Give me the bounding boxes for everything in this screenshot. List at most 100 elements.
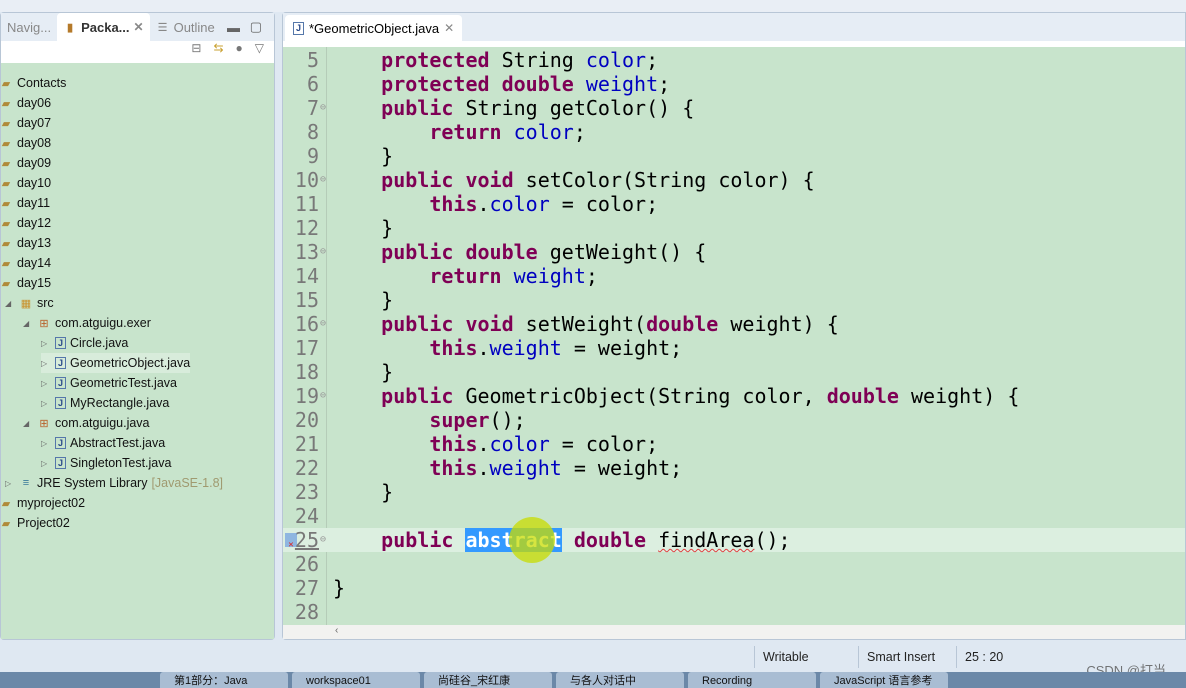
code-line: 7 ⊖ public String getColor() { bbox=[283, 96, 1185, 120]
minimize-icon[interactable]: ▬ bbox=[227, 20, 240, 35]
left-panel-tabs: Navig... ▮ Packa... ✕ ☰ Outline ▬ ▢ bbox=[1, 13, 274, 41]
code-line: 12 } bbox=[283, 216, 1185, 240]
selected-keyword: abstract bbox=[465, 528, 562, 552]
tree-item[interactable]: ▰ day06 bbox=[0, 93, 51, 113]
tab-outline[interactable]: ☰ Outline bbox=[150, 13, 221, 41]
tree-item[interactable]: ▷ J SingletonTest.java bbox=[41, 453, 171, 473]
tree-item[interactable]: ▰ day11 bbox=[0, 193, 50, 213]
tree-item[interactable]: ▰ day12 bbox=[0, 213, 51, 233]
code-token: } bbox=[333, 576, 346, 600]
tree-item[interactable]: ◢ ⊞ com.atguigu.exer bbox=[23, 313, 151, 333]
tab-geometricobject-java[interactable]: J *GeometricObject.java ✕ bbox=[285, 15, 463, 41]
code-token: = color; bbox=[549, 192, 659, 216]
code-text: } bbox=[333, 480, 393, 504]
collapsed-arrow-icon[interactable]: ▷ bbox=[41, 439, 51, 448]
code-text: public double getWeight() { bbox=[333, 240, 706, 264]
collapsed-arrow-icon[interactable]: ▷ bbox=[41, 359, 51, 368]
line-number: 23 bbox=[294, 480, 319, 504]
line-number: 12 bbox=[294, 216, 319, 240]
collapsed-arrow-icon[interactable]: ▷ bbox=[41, 339, 51, 348]
expanded-arrow-icon[interactable]: ◢ bbox=[5, 299, 15, 308]
tree-item[interactable]: ▷ J MyRectangle.java bbox=[41, 393, 169, 413]
line-number: 9 bbox=[306, 144, 319, 168]
taskbar-button[interactable]: JavaScript 语言参考 bbox=[820, 672, 948, 688]
status-bar: Writable Smart Insert 25 : 20 bbox=[0, 640, 1186, 672]
tree-item[interactable]: ▰ Project02 bbox=[0, 513, 70, 533]
taskbar-button[interactable]: 尚硅谷_宋红康 bbox=[424, 672, 552, 688]
code-text: return weight; bbox=[333, 264, 598, 288]
line-number: 5 bbox=[306, 48, 319, 72]
fold-toggle-icon[interactable]: ⊖ bbox=[320, 240, 326, 264]
collapsed-arrow-icon[interactable]: ▷ bbox=[5, 479, 15, 488]
code-token: ; bbox=[585, 264, 598, 288]
tree-item-label: day10 bbox=[17, 176, 52, 190]
filter-icon[interactable]: ● bbox=[236, 41, 243, 61]
tree-item[interactable]: ▷ J Circle.java bbox=[41, 333, 128, 353]
tree-item[interactable]: ▰ day15 bbox=[0, 273, 51, 293]
view-menu-icon[interactable]: ▽ bbox=[255, 41, 264, 61]
line-number: 26 bbox=[294, 552, 319, 576]
horizontal-scrollbar[interactable]: ‹ bbox=[283, 625, 1185, 639]
tab-navigator[interactable]: Navig... bbox=[1, 13, 57, 41]
collapse-all-icon[interactable]: ⊟ bbox=[191, 41, 201, 61]
tree-item[interactable]: ▰ day07 bbox=[0, 113, 51, 133]
tree-item[interactable]: ▰ Contacts bbox=[0, 73, 67, 93]
fold-toggle-icon[interactable]: ⊖ bbox=[320, 384, 326, 408]
tree-item[interactable]: ▷ J AbstractTest.java bbox=[41, 433, 165, 453]
tree-item-label: day07 bbox=[17, 116, 52, 130]
project-tree: ▰ Contacts ▰ day06 ▰ day07 ▰ day08 ▰ day09 ▰ day10 ▰… bbox=[1, 63, 274, 639]
code-token: . bbox=[477, 432, 490, 456]
outline-icon: ☰ bbox=[157, 21, 168, 34]
code-token: getWeight() { bbox=[537, 240, 707, 264]
maximize-icon[interactable]: ▢ bbox=[250, 19, 262, 35]
fold-toggle-icon[interactable]: ⊖ bbox=[320, 96, 326, 120]
code-line: 10 ⊖ public void setColor(String color) { bbox=[283, 168, 1185, 192]
tree-item-label: GeometricObject.java bbox=[70, 356, 191, 370]
fold-toggle-icon[interactable]: ⊖ bbox=[320, 168, 326, 192]
taskbar-button[interactable]: workspace01 bbox=[292, 672, 420, 688]
taskbar-button[interactable]: Recording bbox=[688, 672, 816, 688]
tree-item[interactable]: ▷ J GeometricObject.java bbox=[41, 353, 191, 373]
tree-item[interactable]: ◢ ▦ src bbox=[5, 293, 54, 313]
tree-item[interactable]: ▰ day08 bbox=[0, 133, 51, 153]
tree-item[interactable]: ▰ day10 bbox=[0, 173, 51, 193]
line-number: 6 bbox=[306, 72, 319, 96]
tree-item[interactable]: ▷ J GeometricTest.java bbox=[41, 373, 177, 393]
collapsed-arrow-icon[interactable]: ▷ bbox=[41, 399, 51, 408]
fold-toggle-icon[interactable]: ⊖ bbox=[320, 312, 326, 336]
field-reference: weight bbox=[489, 336, 562, 360]
code-token: = weight; bbox=[561, 336, 683, 360]
code-text: } bbox=[333, 576, 345, 600]
collapsed-arrow-icon[interactable]: ▷ bbox=[41, 459, 51, 468]
expanded-arrow-icon[interactable]: ◢ bbox=[23, 419, 33, 428]
project-icon: ▰ bbox=[1, 197, 11, 210]
code-line: 24 bbox=[283, 504, 1185, 528]
tree-item-decoration: [JavaSE-1.8] bbox=[151, 476, 224, 490]
project-icon: ▰ bbox=[1, 117, 11, 130]
code-token: ; bbox=[658, 72, 671, 96]
tree-item-label: com.atguigu.exer bbox=[55, 316, 151, 330]
tree-item[interactable]: ▰ myproject02 bbox=[0, 493, 85, 513]
code-area[interactable]: 5 protected String color; 6 protected dou… bbox=[283, 47, 1185, 625]
tree-item[interactable]: ◢ ⊞ com.atguigu.java bbox=[23, 413, 150, 433]
code-text: } bbox=[333, 144, 393, 168]
field-reference: color bbox=[489, 192, 550, 216]
close-icon[interactable]: ✕ bbox=[444, 21, 454, 35]
tree-item[interactable]: ▰ day09 bbox=[0, 153, 51, 173]
fold-toggle-icon[interactable]: ⊖ bbox=[320, 528, 326, 552]
code-text: } bbox=[333, 216, 393, 240]
tree-item[interactable]: ▰ day14 bbox=[0, 253, 51, 273]
collapsed-arrow-icon[interactable]: ▷ bbox=[41, 379, 51, 388]
tree-item[interactable]: ▰ day13 bbox=[0, 233, 51, 253]
expanded-arrow-icon[interactable]: ◢ bbox=[23, 319, 33, 328]
link-with-editor-icon[interactable]: ⇆ bbox=[213, 41, 223, 61]
tree-item[interactable]: ▷ ≡ JRE System Library [JavaSE-1.8] bbox=[5, 473, 223, 493]
close-icon[interactable]: ✕ bbox=[134, 20, 144, 34]
tree-item-label: day11 bbox=[17, 196, 51, 210]
tab-package-explorer[interactable]: ▮ Packa... ✕ bbox=[57, 13, 150, 41]
taskbar-button[interactable]: 第1部分：Java bbox=[160, 672, 288, 688]
taskbar-button[interactable]: 与各人对话中 bbox=[556, 672, 684, 688]
